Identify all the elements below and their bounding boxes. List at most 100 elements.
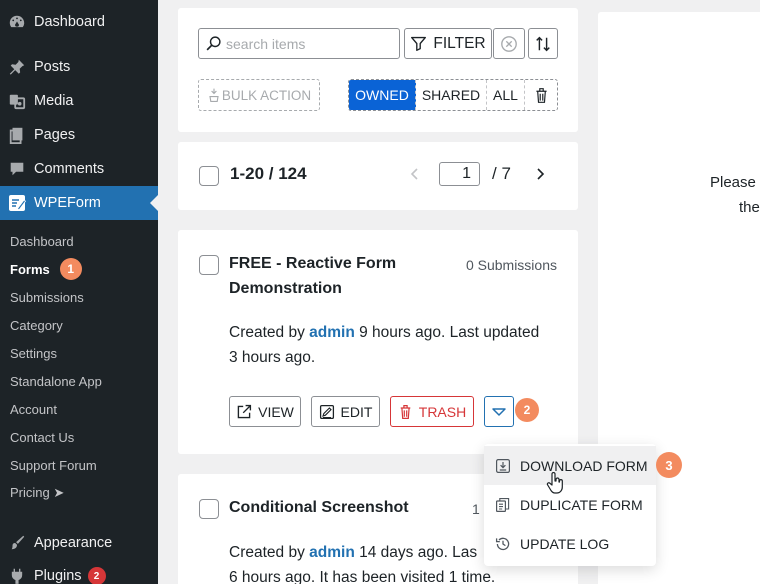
menu-appearance[interactable]: Appearance — [0, 526, 158, 560]
download-form-item[interactable]: DOWNLOAD FORM — [484, 446, 656, 485]
menu-comments[interactable]: Comments — [0, 152, 158, 186]
author-link[interactable]: admin — [309, 324, 355, 341]
meta-text: 14 days ago. Las — [359, 544, 478, 561]
submenu-standalone-app[interactable]: Standalone App — [0, 367, 158, 395]
meta-text: 6 hours ago. It has been visited 1 time. — [229, 569, 496, 584]
submenu-contact-us[interactable]: Contact Us — [0, 423, 158, 451]
search-placeholder: search items — [226, 35, 306, 52]
submenu-settings[interactable]: Settings — [0, 339, 158, 367]
search-input[interactable]: search items — [198, 28, 400, 59]
update-log-item[interactable]: UPDATE LOG — [484, 524, 656, 563]
menu-label: Comments — [34, 161, 105, 177]
menu-posts[interactable]: Posts — [0, 50, 158, 84]
menu-item-label: DOWNLOAD FORM — [520, 457, 648, 474]
brush-icon — [0, 534, 34, 552]
form-select-checkbox[interactable] — [199, 499, 219, 519]
step-badge-2: 2 — [515, 398, 539, 422]
submenu-label: Support Forum — [10, 457, 97, 473]
submenu-category[interactable]: Category — [0, 311, 158, 339]
clear-icon — [500, 35, 518, 53]
edit-label: EDIT — [340, 403, 373, 420]
pagination-range: 1-20 / 124 — [230, 164, 307, 183]
tab-trash[interactable] — [525, 80, 557, 110]
pagination-card: 1-20 / 124 1 / 7 — [178, 142, 578, 210]
submenu-label: Dashboard — [10, 233, 74, 249]
submenu-label: Settings — [10, 345, 57, 361]
submenu-account[interactable]: Account — [0, 395, 158, 423]
submenu-pricing[interactable]: Pricing ➤ — [0, 479, 158, 507]
menu-label: Media — [34, 93, 74, 109]
edit-button[interactable]: EDIT — [311, 396, 380, 427]
panel-text: Please — [710, 174, 756, 191]
next-page-icon[interactable] — [534, 164, 546, 184]
menu-item-label: UPDATE LOG — [520, 535, 610, 552]
form-icon — [0, 193, 34, 213]
submenu-label: Forms — [10, 261, 50, 277]
duplicate-form-item[interactable]: DUPLICATE FORM — [484, 485, 656, 524]
menu-label: Pages — [34, 127, 76, 143]
submenu-submissions[interactable]: Submissions — [0, 283, 158, 311]
submission-count: 1 — [472, 501, 480, 517]
filter-button[interactable]: FILTER — [404, 28, 492, 59]
menu-label: Appearance — [34, 535, 113, 551]
form-title[interactable]: FREE - Reactive Form Demonstration — [229, 251, 396, 301]
bulk-icon — [207, 87, 221, 103]
menu-label: Dashboard — [34, 14, 105, 30]
submenu-label: Pricing ➤ — [10, 485, 65, 500]
form-title-line: Demonstration — [229, 280, 342, 297]
menu-dashboard[interactable]: Dashboard — [0, 5, 158, 39]
edit-icon — [319, 404, 335, 420]
meta-text: Created by — [229, 324, 305, 341]
clear-filter-button[interactable] — [493, 28, 525, 59]
pages-icon — [0, 126, 34, 144]
tab-all[interactable]: ALL — [487, 80, 525, 110]
menu-media[interactable]: Media — [0, 84, 158, 118]
submenu-label: Account — [10, 401, 57, 417]
submenu-support-forum[interactable]: Support Forum — [0, 451, 158, 479]
history-icon — [494, 536, 512, 552]
trash-button[interactable]: TRASH — [390, 396, 474, 427]
pin-icon — [0, 58, 34, 76]
comment-icon — [0, 160, 34, 178]
submenu-label: Contact Us — [10, 429, 75, 445]
hand-cursor-icon — [546, 472, 564, 494]
submission-count: 0 Submissions — [465, 257, 557, 273]
media-icon — [0, 92, 34, 110]
menu-wpeform[interactable]: WPEForm — [0, 186, 158, 220]
menu-label: Plugins — [34, 568, 82, 584]
menu-pages[interactable]: Pages — [0, 118, 158, 152]
submenu-label: Category — [10, 317, 63, 333]
view-button[interactable]: VIEW — [229, 396, 301, 427]
download-icon — [494, 458, 512, 474]
bulk-action-button[interactable]: BULK ACTION — [198, 79, 320, 111]
menu-plugins[interactable]: Plugins 2 — [0, 559, 158, 584]
prev-page-icon[interactable] — [409, 164, 421, 184]
author-link[interactable]: admin — [309, 544, 355, 561]
funnel-icon — [410, 35, 427, 52]
submenu-forms[interactable]: Forms 1 — [0, 255, 158, 283]
trash-label: TRASH — [418, 403, 467, 420]
sort-button[interactable] — [528, 28, 558, 59]
plugins-update-count: 2 — [87, 567, 106, 584]
sort-icon — [535, 35, 551, 53]
admin-sidebar: Dashboard Posts Media Pages Comments WPE… — [0, 0, 158, 584]
form-select-checkbox[interactable] — [199, 255, 219, 275]
bulk-action-label: BULK ACTION — [221, 87, 312, 103]
tab-owned[interactable]: OWNED — [349, 80, 416, 110]
page-number-input[interactable]: 1 — [439, 162, 480, 186]
ownership-tabs: OWNED SHARED ALL — [348, 79, 558, 111]
select-all-checkbox[interactable] — [199, 166, 219, 186]
filter-label: FILTER — [433, 34, 486, 52]
form-title[interactable]: Conditional Screenshot — [229, 495, 409, 520]
panel-text: the — [739, 199, 760, 216]
step-badge-1: 1 — [59, 258, 82, 280]
form-card: FREE - Reactive Form Demonstration 0 Sub… — [178, 230, 578, 454]
submenu-dashboard[interactable]: Dashboard — [0, 227, 158, 255]
submenu-label: Submissions — [10, 289, 84, 305]
tab-shared[interactable]: SHARED — [416, 80, 487, 110]
toolbar-card: search items FILTER BULK ACTION OWNED SH… — [178, 8, 578, 132]
form-meta: Created by admin 9 hours ago. Last updat… — [229, 320, 569, 370]
page-total: / 7 — [492, 164, 511, 183]
more-actions-button[interactable] — [484, 396, 514, 427]
menu-label: Posts — [34, 59, 71, 75]
